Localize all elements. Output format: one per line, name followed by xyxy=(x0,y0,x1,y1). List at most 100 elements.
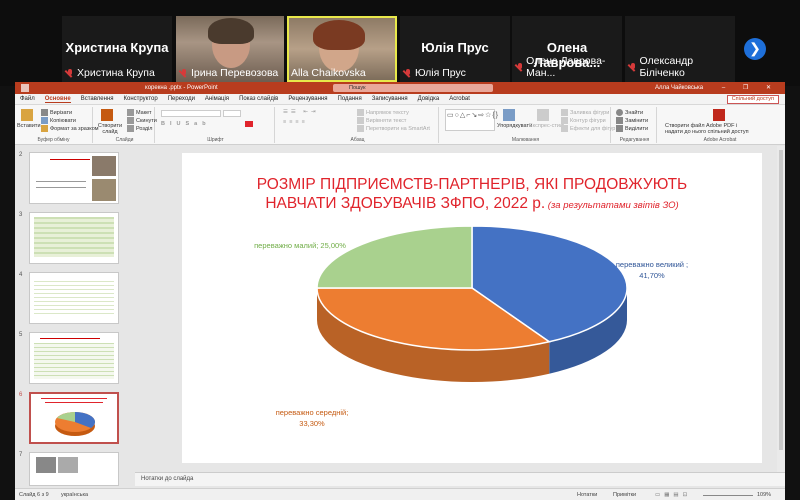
participant-tile-2[interactable]: Ірина Перевозова xyxy=(176,16,284,82)
shape-outline-button[interactable]: Контур фігури xyxy=(561,117,606,124)
thumbnail-table xyxy=(34,217,114,257)
slide-thumbnail-6[interactable] xyxy=(29,392,119,444)
thumbnail-number: 7 xyxy=(19,452,23,458)
list-buttons[interactable]: ☰☰ ⇤⇥ xyxy=(283,109,319,115)
window-controls[interactable]: – ❐ ✕ xyxy=(722,84,779,91)
slide-thumbnail-7[interactable] xyxy=(29,452,119,486)
tab-review[interactable]: Рецензування xyxy=(288,96,327,102)
text-direction-button[interactable]: Напрямок тексту xyxy=(357,109,409,116)
slide-thumbnail-3[interactable] xyxy=(29,212,119,264)
paste-icon[interactable] xyxy=(21,109,33,121)
font-color-icon[interactable] xyxy=(245,121,253,127)
pdf-icon[interactable] xyxy=(713,109,725,121)
format-painter-button[interactable]: Формат за зразком xyxy=(41,125,99,132)
participant-tile-3[interactable]: Alla Chaikovska xyxy=(287,16,397,82)
font-name-select[interactable] xyxy=(161,110,221,117)
cursor-icon xyxy=(616,125,623,132)
thumbnail-line xyxy=(40,338,100,339)
align-buttons[interactable]: ≡≡≡≡ xyxy=(283,119,308,125)
align-text-button[interactable]: Вирівняти текст xyxy=(357,117,406,124)
group-label: Малювання xyxy=(511,137,540,143)
data-label-переважно-середній: 33,30% xyxy=(299,419,325,428)
thumbnail-photo xyxy=(92,156,116,176)
zoom-level[interactable]: 109% xyxy=(757,492,771,498)
smartart-button[interactable]: Перетворити на SmartArt xyxy=(357,125,430,132)
tab-animations[interactable]: Анімація xyxy=(205,96,229,102)
arrange-icon[interactable] xyxy=(503,109,515,121)
comments-button[interactable]: Примітки xyxy=(613,492,636,498)
slide-thumbnail-2[interactable] xyxy=(29,152,119,204)
tab-slideshow[interactable]: Показ слайдів xyxy=(239,96,278,102)
acrobat-group: Створити файл Adobe PDF і надати до ньог… xyxy=(659,107,781,143)
search-box[interactable]: Пошук xyxy=(333,84,493,92)
tab-insert[interactable]: Вставлення xyxy=(81,96,114,102)
thumbnail-pie xyxy=(55,412,95,436)
shape-effects-button[interactable]: Ефекти для фігур xyxy=(561,125,615,132)
shape-fill-button[interactable]: Заливка фігури xyxy=(561,109,609,116)
tab-transitions[interactable]: Переходи xyxy=(168,96,195,102)
document-title: корекна .pptx - PowerPoint xyxy=(145,85,218,91)
participant-tile-4[interactable]: Юлія Прус Юлія Прус xyxy=(400,16,510,82)
save-icon[interactable] xyxy=(21,84,29,92)
participant-name: Христина Крупа xyxy=(65,40,169,55)
notes-toggle-button[interactable]: Нотатки xyxy=(577,492,597,498)
next-participants-button[interactable]: ❯ xyxy=(744,38,766,60)
participant-tile-1[interactable]: Христина Крупа Христина Крупа xyxy=(62,16,172,82)
participant-tile-6[interactable]: Олександр Біліченко xyxy=(625,16,735,82)
slide-thumbnail-4[interactable] xyxy=(29,272,119,324)
ribbon: Вставити Вирізати Копіювати Формат за зр… xyxy=(15,105,785,145)
cut-button[interactable]: Вирізати xyxy=(41,109,72,116)
notes-pane[interactable]: Нотатки до слайда xyxy=(135,472,785,486)
quick-styles-button[interactable]: Експрес-стилі xyxy=(529,123,564,129)
font-style-buttons[interactable]: BIUSab xyxy=(161,121,211,127)
participant-hair xyxy=(313,20,365,50)
tab-file[interactable]: Файл xyxy=(20,96,35,102)
status-bar: Слайд 6 з 9 українська Нотатки Примітки … xyxy=(15,488,785,500)
group-label: Слайди xyxy=(115,137,134,143)
layout-icon xyxy=(127,109,134,116)
slide-canvas[interactable]: РОЗМІР ПІДПРИЄМСТВ-ПАРТНЕРІВ, ЯКІ ПРОДОВ… xyxy=(182,153,762,463)
new-slide-icon[interactable] xyxy=(101,109,113,121)
new-slide-button[interactable]: Створити слайд xyxy=(96,123,124,135)
select-button[interactable]: Виділити xyxy=(616,125,648,132)
muted-mic-icon xyxy=(404,68,412,78)
tab-help[interactable]: Довідка xyxy=(418,96,440,102)
tab-home[interactable]: Основне xyxy=(44,96,71,103)
section-button[interactable]: Розділ xyxy=(127,125,152,132)
copy-button[interactable]: Копіювати xyxy=(41,117,76,124)
vertical-scrollbar[interactable] xyxy=(777,146,785,472)
shapes-gallery[interactable]: ▭○△⌐↘⇨☆{} xyxy=(445,109,498,131)
tab-view[interactable]: Подання xyxy=(338,96,362,102)
participant-tile-5[interactable]: Олена Лаврова... Олена Лаврова-Ман... xyxy=(512,16,622,82)
user-name[interactable]: Алла Чайковська xyxy=(655,85,703,91)
find-button[interactable]: Знайти xyxy=(616,109,643,116)
paste-button[interactable]: Вставити xyxy=(17,123,41,129)
font-size-select[interactable] xyxy=(223,110,241,117)
replace-button[interactable]: Замінити xyxy=(616,117,648,124)
language-indicator[interactable]: українська xyxy=(61,492,88,498)
smartart-icon xyxy=(357,125,364,132)
arrange-button[interactable]: Упорядкувати xyxy=(497,123,532,129)
scrollbar-thumb[interactable] xyxy=(779,150,783,450)
reset-button[interactable]: Скинути xyxy=(127,117,157,124)
acrobat-share-text: надати до нього спільний доступ xyxy=(665,129,749,135)
pie-chart[interactable]: переважно великий ; 41,70% переважно серед… xyxy=(182,153,762,463)
tab-record[interactable]: Записування xyxy=(372,96,408,102)
quick-styles-icon[interactable] xyxy=(537,109,549,121)
share-button[interactable]: Спільний доступ xyxy=(726,95,779,104)
participant-label: Олександр Біліченко xyxy=(629,55,735,79)
zoom-slider[interactable] xyxy=(703,495,753,496)
layout-button[interactable]: Макет xyxy=(127,109,152,116)
slide-thumbnail-5[interactable] xyxy=(29,332,119,384)
thumbnail-line xyxy=(41,398,107,399)
participant-label: Олена Лаврова-Ман... xyxy=(516,55,622,79)
group-label: Шрифт xyxy=(207,137,224,143)
tab-design[interactable]: Конструктор xyxy=(124,96,158,102)
effects-icon xyxy=(561,125,568,132)
group-label: Adobe Acrobat xyxy=(703,137,737,143)
tab-acrobat[interactable]: Acrobat xyxy=(449,96,470,102)
pie-slice-переважно-малий[interactable] xyxy=(316,225,473,289)
participant-hair xyxy=(208,18,254,44)
view-buttons[interactable]: ▭▦▤⊡ xyxy=(655,492,691,498)
powerpoint-window: корекна .pptx - PowerPoint Пошук Алла Ча… xyxy=(15,82,785,500)
